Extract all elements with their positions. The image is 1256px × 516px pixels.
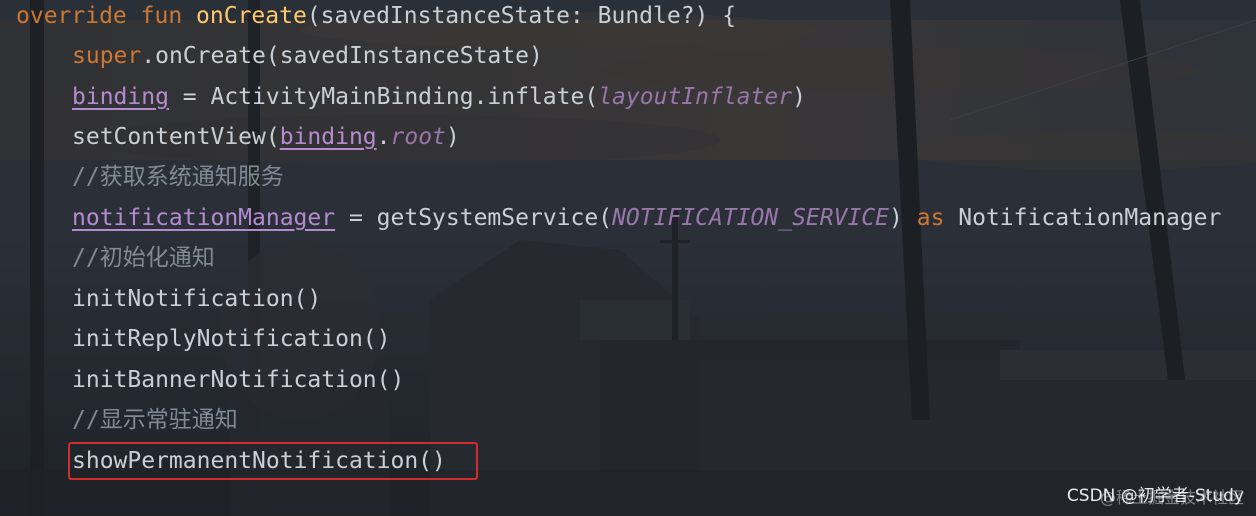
binding-property: binding xyxy=(279,124,377,150)
function-name: onCreate xyxy=(196,3,307,29)
code-line-7: //初始化通知 xyxy=(72,242,215,282)
init-banner-notification-call: initBannerNotification() xyxy=(72,367,405,393)
close-paren: ) xyxy=(889,205,917,231)
code-line-10: initBannerNotification() xyxy=(72,364,404,404)
close-paren: ) xyxy=(445,124,460,150)
code-editor[interactable]: override fun onCreate(savedInstanceState… xyxy=(0,0,1256,516)
keyword-as: as xyxy=(916,205,945,231)
get-system-service-call: = getSystemService( xyxy=(335,205,613,231)
super-call: .onCreate(savedInstanceState) xyxy=(141,43,543,69)
code-line-5: //获取系统通知服务 xyxy=(72,161,284,201)
code-line-6: notificationManager = getSystemService(N… xyxy=(72,202,1221,242)
inflate-call: = ActivityMainBinding.inflate( xyxy=(168,84,599,110)
root-ref: root xyxy=(390,124,446,150)
binding-property: binding xyxy=(72,84,169,110)
init-reply-notification-call: initReplyNotification() xyxy=(72,326,391,352)
watermark-text: CSDN @初学者-Study xyxy=(1066,486,1244,506)
comment: //获取系统通知服务 xyxy=(72,164,284,190)
code-line-11: //显示常驻通知 xyxy=(72,404,238,444)
code-line-8: initNotification() xyxy=(72,283,321,323)
comment: //显示常驻通知 xyxy=(72,407,238,433)
code-line-4: setContentView(binding.root) xyxy=(72,121,460,161)
code-line-1: override fun onCreate(savedInstanceState… xyxy=(16,0,736,40)
notification-service-constant: NOTIFICATION_SERVICE xyxy=(612,205,890,231)
type-name: NotificationManager xyxy=(944,205,1222,231)
init-notification-call: initNotification() xyxy=(72,286,322,312)
highlight-box xyxy=(68,442,478,480)
layout-inflater-ref: layoutInflater xyxy=(598,84,793,110)
close-paren: ) xyxy=(792,84,806,110)
set-content-view-call: setContentView( xyxy=(72,124,280,150)
dot: . xyxy=(376,124,391,150)
code-line-9: initReplyNotification() xyxy=(72,323,391,363)
notification-manager-property: notificationManager xyxy=(72,205,336,231)
code-line-3: binding = ActivityMainBinding.inflate(la… xyxy=(72,81,806,121)
code-line-2: super.onCreate(savedInstanceState) xyxy=(72,40,543,80)
function-params: (savedInstanceState: Bundle?) { xyxy=(306,3,737,29)
keyword-super: super xyxy=(72,43,142,69)
keyword-fun: fun xyxy=(140,3,183,29)
keyword-override: override xyxy=(16,3,127,29)
comment: //初始化通知 xyxy=(72,245,215,271)
